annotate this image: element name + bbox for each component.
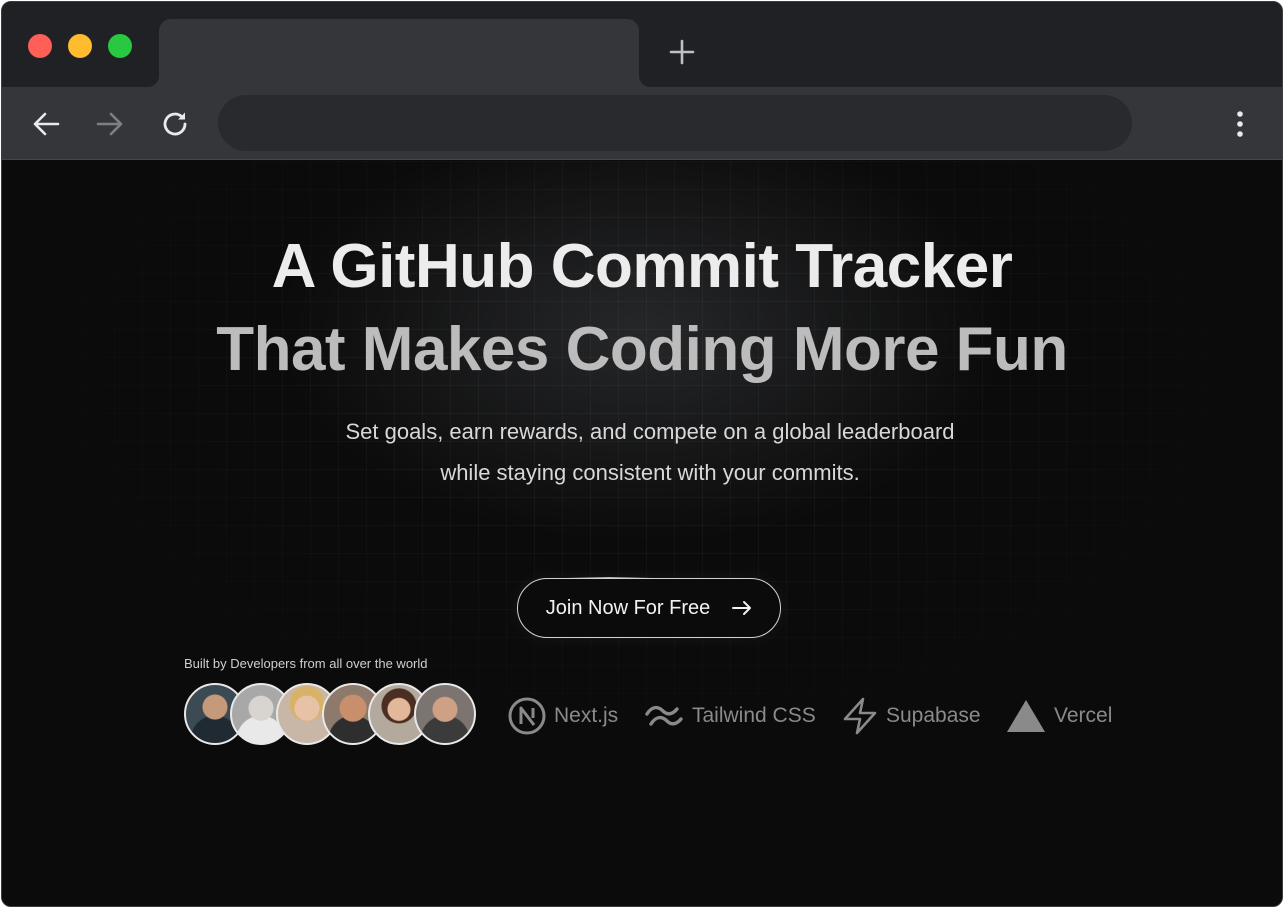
landing-page: A GitHub Commit Tracker That Makes Codin… [2,161,1282,906]
tailwind-logo-icon [645,705,683,726]
active-tab[interactable] [147,19,651,87]
reload-button[interactable] [155,104,195,144]
nextjs-logo-icon [508,697,546,735]
browser-window: A GitHub Commit Tracker That Makes Codin… [1,1,1283,907]
tech-label: Supabase [886,704,981,727]
tech-vercel: Vercel [1006,696,1112,736]
arrow-right-icon [732,601,752,615]
headline-line-1: A GitHub Commit Tracker [271,232,1013,301]
hero-subtitle: Set goals, earn rewards, and compete on … [345,419,955,485]
reload-icon [163,112,187,136]
arrow-left-icon [33,112,60,136]
tech-tailwind: Tailwind CSS [644,696,816,736]
arrow-right-icon [96,112,123,136]
close-window-button[interactable] [28,34,52,58]
tech-label: Next.js [554,704,619,727]
avatar [414,683,476,745]
new-tab-button[interactable] [664,34,700,70]
join-now-label: Join Now For Free [545,596,711,619]
tech-nextjs: Next.js [508,696,618,736]
vertical-dots-icon [1237,111,1243,137]
tab-strip [2,2,1282,87]
browser-menu-button[interactable] [1222,104,1258,144]
tech-label: Vercel [1054,704,1113,727]
plus-icon [669,39,695,65]
back-button[interactable] [26,104,66,144]
tech-label: Tailwind CSS [692,704,816,727]
built-by-label: Built by Developers from all over the wo… [184,656,428,671]
headline-line-2: That Makes Coding More Fun [216,315,1068,384]
supabase-bolt-icon [843,697,877,735]
vercel-triangle-icon [1007,700,1045,732]
address-bar[interactable] [218,95,1132,151]
minimize-window-button[interactable] [68,34,92,58]
tech-supabase: Supabase [842,696,981,736]
forward-button[interactable] [90,104,130,144]
browser-toolbar [2,87,1282,160]
maximize-window-button[interactable] [108,34,132,58]
join-now-button[interactable]: Join Now For Free [517,578,781,638]
